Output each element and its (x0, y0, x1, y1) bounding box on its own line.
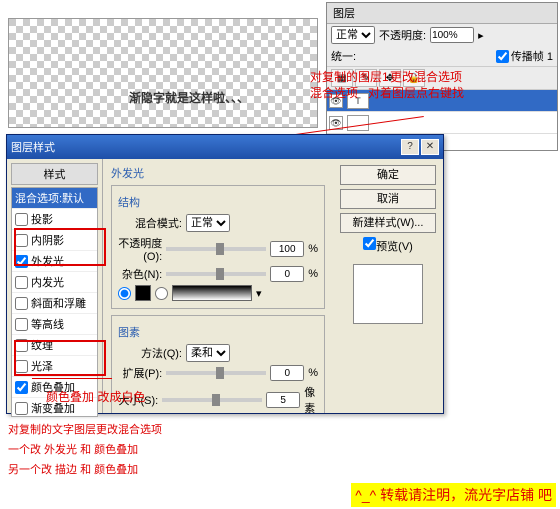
blend-mode-select-dlg[interactable]: 正常 (186, 214, 230, 232)
canvas-sample-text: 渐隐字就是这样啦、、、 (129, 89, 249, 106)
style-row-blend-default[interactable]: 混合选项:默认 (12, 188, 97, 209)
opacity-label-dlg: 不透明度(O): (118, 235, 162, 263)
annotation-text: 颜色叠加 改成白色 (46, 388, 145, 405)
propagate-checkbox[interactable]: 传播帧 1 (496, 48, 553, 64)
style-row-bevel[interactable]: 斜面和浮雕 (12, 293, 97, 314)
opacity-value[interactable] (270, 241, 304, 257)
preview-checkbox[interactable]: 预览(V) (363, 237, 413, 254)
annotation-text: 对复制的图层1 (310, 68, 389, 85)
size-value[interactable] (266, 392, 300, 408)
dropdown-icon[interactable]: ▾ (256, 287, 262, 300)
annotation-text: 更改混合选项 (390, 68, 462, 85)
layer-item[interactable]: 👁 (327, 112, 557, 134)
gradient-radio[interactable] (155, 287, 168, 300)
section-title: 外发光 (111, 165, 325, 181)
spread-slider[interactable] (166, 371, 266, 375)
group-structure: 结构 (118, 194, 318, 210)
cancel-button[interactable]: 取消 (340, 189, 436, 209)
dialog-titlebar[interactable]: 图层样式 ? ✕ (7, 135, 443, 159)
new-style-button[interactable]: 新建样式(W)... (340, 213, 436, 233)
styles-header: 样式 (11, 163, 98, 185)
noise-slider[interactable] (166, 272, 266, 276)
noise-label: 杂色(N): (118, 266, 162, 282)
arrow-line (32, 378, 112, 379)
help-icon[interactable]: ? (401, 139, 419, 155)
opacity-slider[interactable] (166, 247, 266, 251)
opacity-label: 不透明度: (379, 27, 426, 43)
ok-button[interactable]: 确定 (340, 165, 436, 185)
annotation-text: 对着图层点右键找 (368, 84, 464, 101)
px-label: 像素 (304, 384, 318, 413)
pct-label: % (308, 367, 318, 379)
size-slider[interactable] (162, 398, 262, 402)
layers-tab[interactable]: 图层 (327, 3, 557, 24)
method-select[interactable]: 柔和 (186, 344, 230, 362)
method-label: 方法(Q): (118, 345, 182, 361)
pct-label: % (308, 268, 318, 280)
highlight-box (14, 340, 106, 376)
spread-value[interactable] (270, 365, 304, 381)
color-swatch[interactable] (135, 285, 151, 301)
dropdown-icon[interactable]: ▸ (478, 29, 484, 42)
blend-mode-select[interactable]: 正常 (331, 26, 375, 44)
credit-banner: ^_^ 转载请注明，流光字店铺 吧 (351, 483, 556, 507)
annotation-text: 混合选项 (310, 84, 358, 101)
style-row-inner-glow[interactable]: 内发光 (12, 272, 97, 293)
style-row-contour[interactable]: 等高线 (12, 314, 97, 335)
style-row-drop-shadow[interactable]: 投影 (12, 209, 97, 230)
style-list: 混合选项:默认 投影 内阴影 外发光 内发光 斜面和浮雕 等高线 纹理 光泽 颜… (11, 187, 98, 417)
dialog-title: 图层样式 (11, 139, 55, 155)
pct-label: % (308, 243, 318, 255)
preview-swatch (353, 264, 423, 324)
spread-label: 扩展(P): (118, 365, 162, 381)
layer-thumb (347, 115, 369, 131)
bottom-notes: 对复制的文字图层更改混合选项 一个改 外发光 和 颜色叠加 另一个改 描边 和 … (8, 420, 162, 480)
blend-mode-label: 混合模式: (118, 215, 182, 231)
unify-label: 统一: (331, 48, 356, 64)
color-radio[interactable] (118, 287, 131, 300)
gradient-swatch[interactable] (172, 285, 252, 301)
noise-value[interactable] (270, 266, 304, 282)
canvas-area: 渐隐字就是这样啦、、、 (8, 18, 318, 128)
opacity-field[interactable] (430, 27, 474, 43)
group-elements: 图素 (118, 324, 318, 340)
close-icon[interactable]: ✕ (421, 139, 439, 155)
highlight-box (14, 228, 106, 266)
